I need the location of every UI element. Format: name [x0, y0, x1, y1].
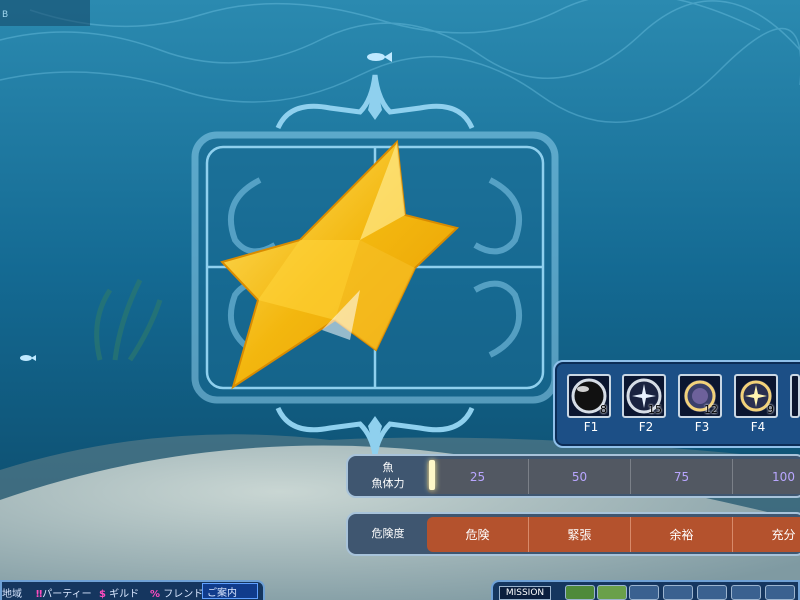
fish-stamina-label: 魚体力	[371, 477, 405, 490]
bottom-action-bar: MISSION	[491, 580, 800, 600]
skill-key-label: F2	[638, 420, 654, 434]
gauge-tick: 50	[529, 459, 631, 494]
menu-button-6[interactable]	[731, 585, 761, 600]
bottom-menu-bar: 地域 ‼パーティー $ ギルド % フレンド ご案内	[0, 580, 265, 600]
danger-level: 充分	[733, 517, 800, 552]
star-orb-icon[interactable]: 9	[734, 374, 778, 418]
danger-level: 余裕	[631, 517, 733, 552]
gauge-tick: 25	[427, 459, 529, 494]
danger-level: 緊張	[529, 517, 631, 552]
character-button[interactable]	[597, 585, 627, 600]
skill-bar: 8 F1 15 F2 12 F3 9 F4	[553, 360, 800, 448]
menu-area[interactable]: 地域	[2, 585, 22, 600]
gauge-tick: 100	[733, 459, 800, 494]
danger-gauge: 危険度 危険 緊張 余裕 充分	[346, 512, 800, 556]
mission-label: MISSION	[505, 588, 545, 598]
fish-stamina-gauge: 魚 魚体力 25 50 75 100	[346, 454, 800, 498]
guild-icon: $	[99, 589, 106, 600]
map-button[interactable]	[565, 585, 595, 600]
underwater-scene	[0, 0, 800, 600]
menu-friend[interactable]: % フレンド	[150, 585, 203, 600]
menu-guide[interactable]: ご案内	[202, 583, 258, 599]
menu-button-3[interactable]	[629, 585, 659, 600]
menu-area-label: 地域	[2, 589, 22, 600]
fish-gauge-track: 25 50 75 100	[427, 459, 800, 494]
skill-slot-f4[interactable]: 9 F4	[734, 374, 782, 434]
menu-friend-label: フレンド	[163, 589, 204, 600]
orb-icon[interactable]	[790, 374, 800, 418]
skill-count: 15	[648, 403, 662, 416]
skill-key-label: F3	[694, 420, 710, 434]
gauge-tick: 75	[631, 459, 733, 494]
skill-slot-f5-partial[interactable]	[790, 374, 800, 418]
fish-label: 魚	[382, 461, 394, 474]
skill-slot-f2[interactable]: 15 F2	[622, 374, 670, 434]
menu-party-label: パーティー	[42, 589, 92, 600]
gauge-needle	[429, 460, 435, 490]
danger-gauge-track: 危険 緊張 余裕 充分	[427, 517, 800, 552]
corner-status: B	[0, 0, 90, 26]
menu-party[interactable]: ‼パーティー	[36, 585, 92, 600]
skill-count: 9	[767, 403, 774, 416]
corner-status-text: B	[2, 10, 9, 20]
danger-gauge-label: 危険度	[348, 514, 428, 554]
menu-guild[interactable]: $ ギルド	[99, 585, 139, 600]
menu-guide-label: ご案内	[207, 588, 237, 599]
danger-level: 危険	[427, 517, 529, 552]
skill-slot-f1[interactable]: 8 F1	[567, 374, 615, 434]
skill-key-label: F1	[583, 420, 599, 434]
sparkle-orb-icon[interactable]: 15	[622, 374, 666, 418]
danger-label: 危険度	[371, 527, 405, 540]
menu-button-7[interactable]	[765, 585, 795, 600]
menu-button-5[interactable]	[697, 585, 727, 600]
friend-icon: %	[150, 589, 161, 600]
skill-key-label: F4	[750, 420, 766, 434]
mission-button[interactable]: MISSION	[499, 586, 551, 600]
fish-gauge-label: 魚 魚体力	[348, 456, 428, 496]
skill-slot-f3[interactable]: 12 F3	[678, 374, 726, 434]
dark-orb-icon[interactable]: 8	[567, 374, 611, 418]
skill-count: 12	[704, 403, 718, 416]
menu-button-4[interactable]	[663, 585, 693, 600]
skill-count: 8	[600, 403, 607, 416]
menu-guild-label: ギルド	[109, 589, 140, 600]
ring-orb-icon[interactable]: 12	[678, 374, 722, 418]
